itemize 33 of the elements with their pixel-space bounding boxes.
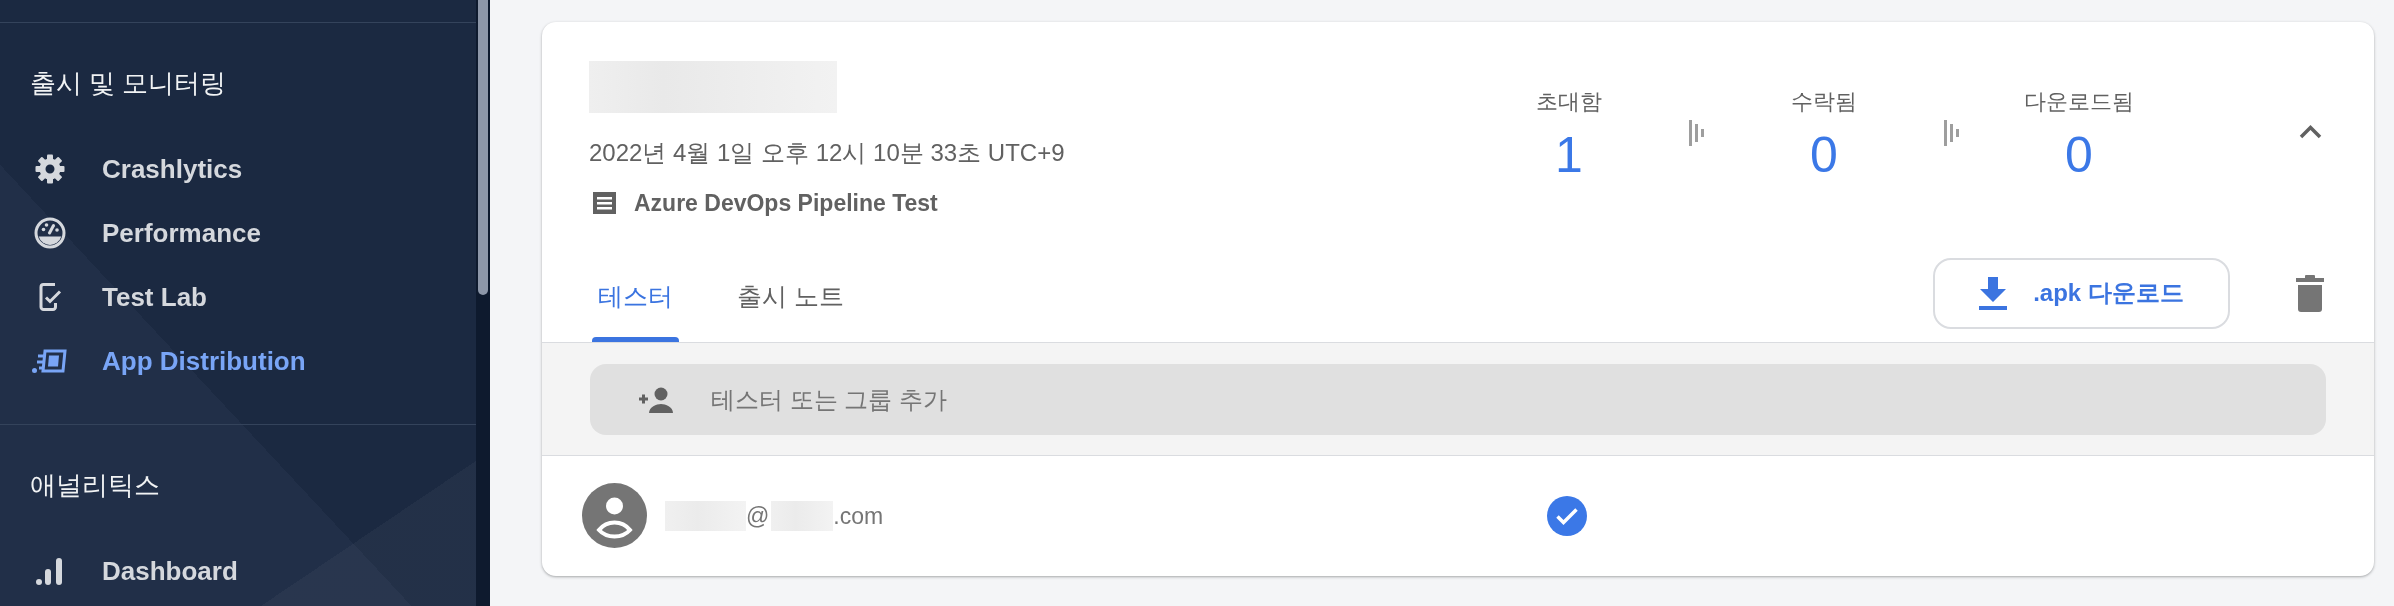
download-button[interactable]: .apk 다운로드 — [1933, 257, 2230, 329]
sidebar-section-title: 애널리틱스 — [30, 469, 160, 501]
avatar-icon — [582, 483, 647, 548]
sidebar-item[interactable]: Dashboard — [0, 539, 476, 603]
chevron-up-icon[interactable] — [2299, 125, 2322, 139]
bars-icon — [1689, 120, 1705, 146]
email-text: .com — [833, 501, 884, 531]
release-notes-source: Azure DevOps Pipeline Test — [634, 189, 938, 218]
scrollbar-thumb[interactable] — [478, 0, 488, 295]
tab[interactable]: 테스터 — [592, 250, 679, 342]
sidebar-item[interactable]: Test Lab — [0, 265, 476, 329]
gear-icon — [34, 153, 66, 185]
tab[interactable]: 출시 노트 — [731, 250, 850, 342]
stat-value: 1 — [1555, 127, 1583, 183]
stat-label: 다운로드됨 — [2024, 88, 2134, 116]
stat-value: 0 — [2065, 127, 2093, 183]
stat-label: 수락됨 — [1791, 88, 1857, 116]
email-text: @ — [746, 501, 770, 531]
stat-label: 초대함 — [1536, 88, 1602, 116]
stat-value: 0 — [1810, 127, 1838, 183]
trash-icon[interactable] — [2296, 274, 2324, 312]
bars-icon — [1944, 120, 1960, 146]
sidebar-section-title: 출시 및 모니터링 — [30, 67, 227, 99]
tablet-icon — [32, 348, 68, 374]
sidebar-item[interactable]: Performance — [0, 201, 476, 265]
person-add-icon — [639, 387, 673, 413]
add-tester-field[interactable]: 테스터 또는 그룹 추가 — [590, 364, 2326, 435]
download-icon — [1979, 276, 2008, 310]
gauge-icon — [34, 217, 66, 249]
document-icon — [593, 192, 616, 214]
release-date: 2022년 4월 1일 오후 12시 10분 33초 UTC+9 — [589, 138, 1065, 168]
sidebar-item[interactable]: Crashlytics — [0, 137, 476, 201]
sidebar-item[interactable]: App Distribution — [0, 329, 476, 393]
